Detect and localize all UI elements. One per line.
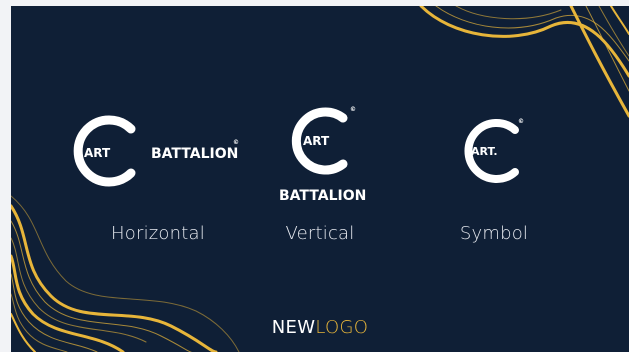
footer-logo: LOGO xyxy=(315,317,369,338)
copyright-mark: © xyxy=(518,118,524,125)
vertical-logo-graphic: ART © BATTALION xyxy=(279,106,366,204)
logo-slide: ART BATTALION © Horizontal ART © BATTALI… xyxy=(11,6,629,352)
logo-mark-word: ART xyxy=(84,146,111,160)
logo-mark-word: ART. xyxy=(471,145,498,158)
caption-symbol: Symbol xyxy=(459,223,529,244)
caption-horizontal: Horizontal xyxy=(111,223,205,244)
copyright-mark: © xyxy=(233,139,239,146)
footer-new: NEW xyxy=(271,317,316,338)
caption-vertical: Vertical xyxy=(285,223,355,244)
horizontal-logo-graphic: ART BATTALION © xyxy=(73,115,239,187)
logo-wordmark: BATTALION xyxy=(279,188,366,204)
logo-mark-word: ART xyxy=(303,134,330,148)
logo-wordmark: BATTALION xyxy=(151,146,238,162)
symbol-logo-graphic: ART. © xyxy=(464,118,524,183)
copyright-mark: © xyxy=(350,106,356,113)
footer-title: NEWLOGO xyxy=(272,317,368,338)
